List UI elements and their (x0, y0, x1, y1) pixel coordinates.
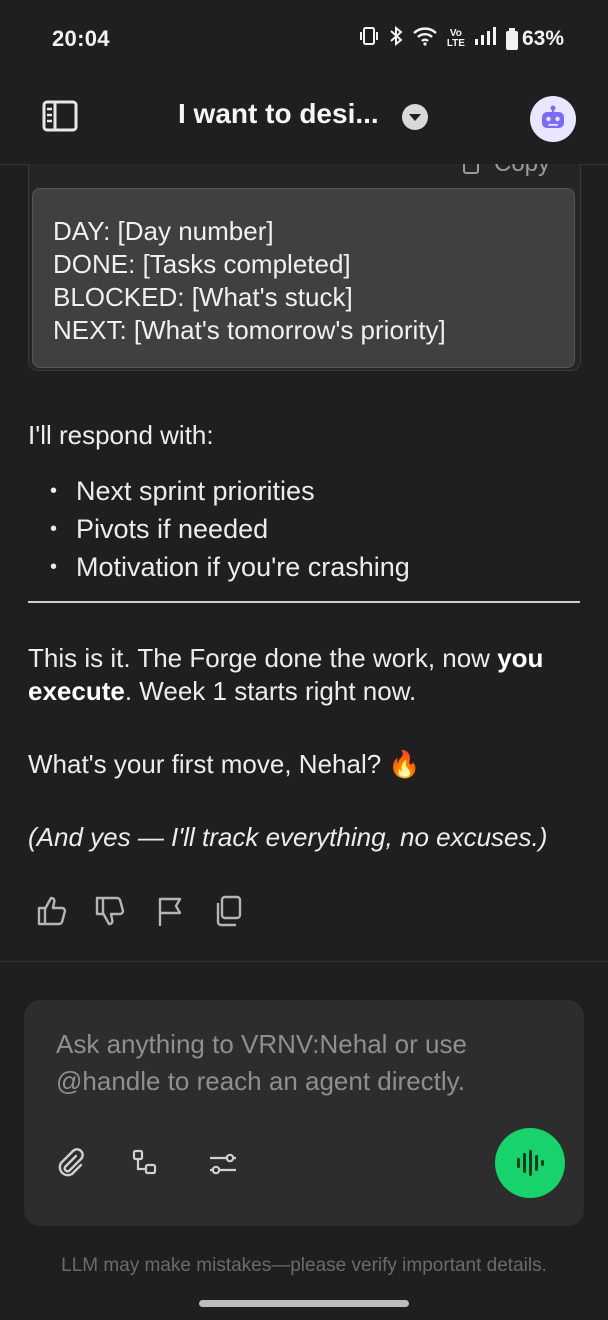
chevron-down-icon (409, 114, 421, 121)
robot-icon (542, 105, 564, 128)
flag-icon (158, 897, 182, 926)
status-icons: Vo LTE 63% (358, 24, 564, 54)
battery-indicator: 63% (505, 27, 564, 51)
aside-text: (And yes — I'll track everything, no exc… (28, 822, 548, 852)
thumbs-up-icon (37, 896, 67, 926)
code-line: DONE: [Tasks completed] (53, 249, 351, 279)
copy-message-button[interactable] (212, 894, 246, 928)
disclaimer-text: LLM may make mistakes—please verify impo… (61, 1255, 547, 1276)
thumbs-down-icon (95, 896, 125, 926)
agent-avatar[interactable] (530, 96, 576, 142)
sidebar-icon (42, 100, 78, 132)
status-time: 20:04 (52, 26, 110, 51)
battery-percent: 63% (521, 27, 564, 50)
list-item: • Motivation if you're crashing (50, 551, 410, 582)
settings-button[interactable] (206, 1147, 240, 1181)
copy-icon (463, 164, 479, 174)
message-input[interactable]: Ask anything to VRNV:Nehal or use @handl… (56, 1026, 526, 1100)
bluetooth-icon (389, 25, 403, 53)
closing-paragraph: This is it. The Forge done the work, now… (28, 643, 544, 706)
flag-button[interactable] (154, 894, 188, 928)
list-item: • Next sprint priorities (50, 475, 315, 506)
home-indicator[interactable] (199, 1300, 409, 1307)
copy-label: Copy (494, 164, 550, 178)
workflow-button[interactable] (130, 1147, 164, 1181)
workflow-icon (132, 1149, 157, 1175)
copy-icon (216, 895, 242, 927)
wifi-icon (412, 26, 438, 52)
battery-icon (505, 28, 518, 50)
code-line: BLOCKED: [What's stuck] (53, 282, 353, 312)
code-line: DAY: [Day number] (53, 216, 274, 246)
list-item: • Pivots if needed (50, 513, 269, 544)
waveform-icon (517, 1150, 544, 1176)
voice-input-button[interactable] (495, 1128, 565, 1198)
respond-intro: I'll respond with: (28, 420, 214, 450)
sidebar-toggle-button[interactable] (40, 98, 80, 134)
copy-code-button[interactable]: Copy (462, 164, 582, 186)
sliders-icon (210, 1153, 236, 1175)
code-line: NEXT: [What's tomorrow's priority] (53, 315, 446, 345)
chat-title[interactable]: I want to desi... (178, 98, 379, 130)
response-list: • Next sprint priorities • Pivots if neede… (50, 472, 410, 586)
section-divider (0, 961, 608, 962)
divider (28, 601, 580, 603)
code-content: DAY: [Day number] DONE: [Tasks completed… (32, 188, 575, 368)
question-text: What's your first move, Nehal? 🔥 (28, 749, 421, 779)
thumbs-up-button[interactable] (36, 894, 70, 928)
attach-button[interactable] (54, 1147, 88, 1181)
signal-icon (474, 26, 496, 52)
vibrate-icon (358, 26, 380, 52)
volte-icon: Vo LTE (446, 28, 465, 49)
title-dropdown-button[interactable] (402, 104, 428, 130)
thumbs-down-button[interactable] (94, 894, 128, 928)
paperclip-icon (58, 1148, 84, 1177)
